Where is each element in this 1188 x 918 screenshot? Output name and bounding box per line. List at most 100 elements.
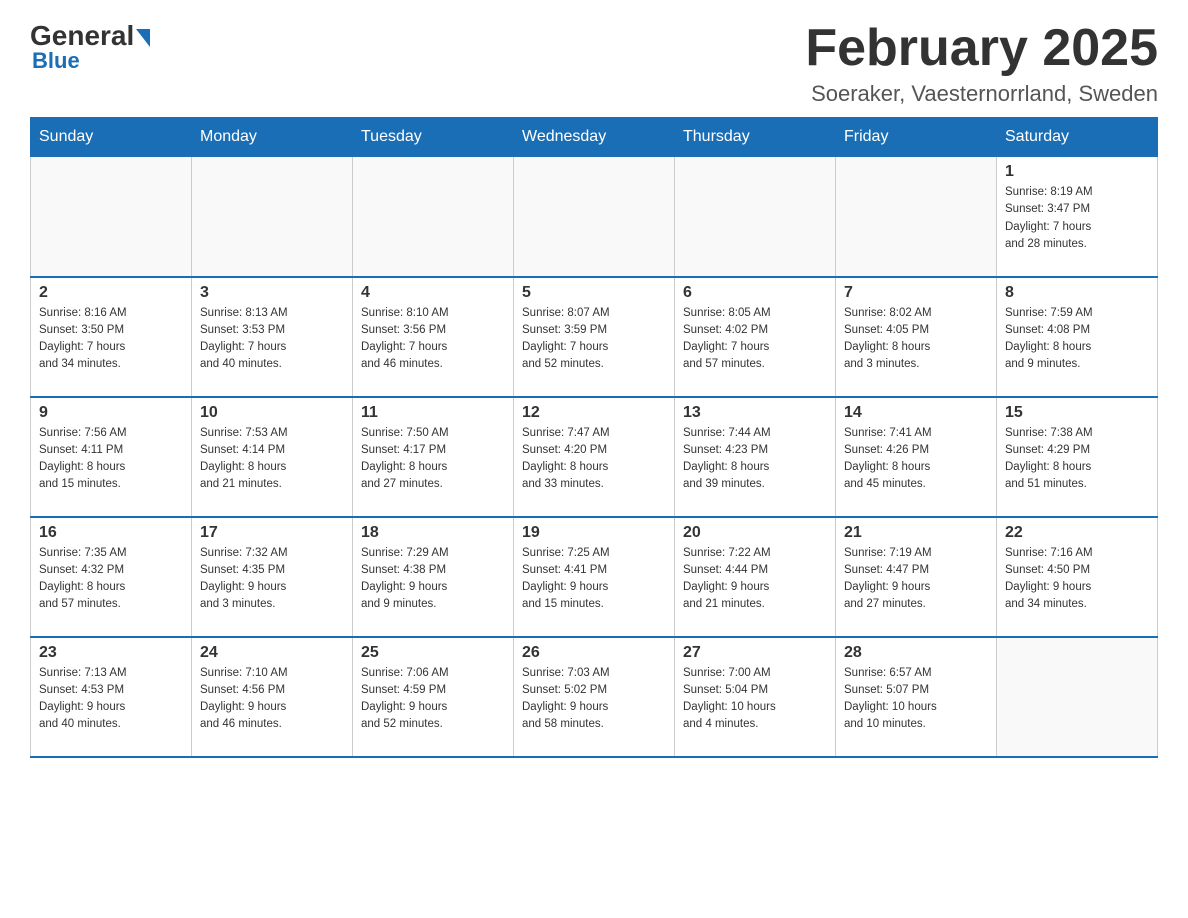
- day-info: Sunrise: 7:16 AMSunset: 4:50 PMDaylight:…: [1005, 545, 1149, 614]
- day-info: Sunrise: 7:13 AMSunset: 4:53 PMDaylight:…: [39, 665, 183, 734]
- day-info: Sunrise: 8:05 AMSunset: 4:02 PMDaylight:…: [683, 305, 827, 374]
- calendar-cell: [353, 157, 514, 277]
- calendar-cell: [675, 157, 836, 277]
- day-info: Sunrise: 7:53 AMSunset: 4:14 PMDaylight:…: [200, 425, 344, 494]
- day-info: Sunrise: 7:22 AMSunset: 4:44 PMDaylight:…: [683, 545, 827, 614]
- day-number: 1: [1005, 163, 1149, 181]
- calendar-cell: 4Sunrise: 8:10 AMSunset: 3:56 PMDaylight…: [353, 277, 514, 397]
- day-number: 23: [39, 644, 183, 662]
- day-info: Sunrise: 7:47 AMSunset: 4:20 PMDaylight:…: [522, 425, 666, 494]
- day-number: 6: [683, 284, 827, 302]
- weekday-header-saturday: Saturday: [997, 118, 1158, 157]
- day-number: 13: [683, 404, 827, 422]
- day-info: Sunrise: 7:06 AMSunset: 4:59 PMDaylight:…: [361, 665, 505, 734]
- calendar-cell: 21 Sunrise: 7:19 AMSunset: 4:47 PMDayligh…: [836, 517, 997, 637]
- day-info: Sunrise: 8:07 AMSunset: 3:59 PMDaylight:…: [522, 305, 666, 374]
- day-info: Sunrise: 7:50 AMSunset: 4:17 PMDaylight:…: [361, 425, 505, 494]
- day-info: Sunrise: 7:00 AMSunset: 5:04 PMDaylight:…: [683, 665, 827, 734]
- calendar-cell: [192, 157, 353, 277]
- day-info: Sunrise: 7:29 AMSunset: 4:38 PMDaylight:…: [361, 545, 505, 614]
- calendar-cell: 8 Sunrise: 7:59 AMSunset: 4:08 PMDaylight…: [997, 277, 1158, 397]
- day-number: 7: [844, 284, 988, 302]
- day-number: 5: [522, 284, 666, 302]
- calendar-cell: 25 Sunrise: 7:06 AMSunset: 4:59 PMDayligh…: [353, 637, 514, 757]
- day-info: Sunrise: 7:38 AMSunset: 4:29 PMDaylight:…: [1005, 425, 1149, 494]
- day-number: 19: [522, 524, 666, 542]
- calendar-cell: 7 Sunrise: 8:02 AMSunset: 4:05 PMDaylight…: [836, 277, 997, 397]
- day-number: 22: [1005, 524, 1149, 542]
- day-number: 17: [200, 524, 344, 542]
- day-info: Sunrise: 8:19 AMSunset: 3:47 PMDaylight:…: [1005, 184, 1149, 253]
- calendar-cell: 17 Sunrise: 7:32 AMSunset: 4:35 PMDayligh…: [192, 517, 353, 637]
- day-number: 24: [200, 644, 344, 662]
- day-number: 12: [522, 404, 666, 422]
- calendar-cell: 6 Sunrise: 8:05 AMSunset: 4:02 PMDaylight…: [675, 277, 836, 397]
- calendar-cell: 16 Sunrise: 7:35 AMSunset: 4:32 PMDayligh…: [31, 517, 192, 637]
- day-number: 16: [39, 524, 183, 542]
- calendar-week-1: 1 Sunrise: 8:19 AMSunset: 3:47 PMDaylight…: [31, 157, 1158, 277]
- day-info: Sunrise: 7:56 AMSunset: 4:11 PMDaylight:…: [39, 425, 183, 494]
- logo-arrow-icon: [136, 29, 150, 47]
- day-info: Sunrise: 6:57 AMSunset: 5:07 PMDaylight:…: [844, 665, 988, 734]
- day-info: Sunrise: 7:10 AMSunset: 4:56 PMDaylight:…: [200, 665, 344, 734]
- weekday-header-sunday: Sunday: [31, 118, 192, 157]
- weekday-row: SundayMondayTuesdayWednesdayThursdayFrid…: [31, 118, 1158, 157]
- calendar-cell: 27Sunrise: 7:00 AMSunset: 5:04 PMDayligh…: [675, 637, 836, 757]
- day-info: Sunrise: 7:59 AMSunset: 4:08 PMDaylight:…: [1005, 305, 1149, 374]
- calendar-cell: 3 Sunrise: 8:13 AMSunset: 3:53 PMDaylight…: [192, 277, 353, 397]
- calendar-week-3: 9 Sunrise: 7:56 AMSunset: 4:11 PMDaylight…: [31, 397, 1158, 517]
- calendar-body: 1 Sunrise: 8:19 AMSunset: 3:47 PMDaylight…: [31, 157, 1158, 757]
- day-info: Sunrise: 7:44 AMSunset: 4:23 PMDaylight:…: [683, 425, 827, 494]
- day-info: Sunrise: 8:02 AMSunset: 4:05 PMDaylight:…: [844, 305, 988, 374]
- calendar-cell: [514, 157, 675, 277]
- day-number: 3: [200, 284, 344, 302]
- calendar-cell: 14 Sunrise: 7:41 AMSunset: 4:26 PMDayligh…: [836, 397, 997, 517]
- calendar-cell: [31, 157, 192, 277]
- day-number: 21: [844, 524, 988, 542]
- calendar-cell: 20 Sunrise: 7:22 AMSunset: 4:44 PMDayligh…: [675, 517, 836, 637]
- calendar-cell: [836, 157, 997, 277]
- weekday-header-monday: Monday: [192, 118, 353, 157]
- day-number: 28: [844, 644, 988, 662]
- calendar-cell: 11 Sunrise: 7:50 AMSunset: 4:17 PMDayligh…: [353, 397, 514, 517]
- day-number: 14: [844, 404, 988, 422]
- calendar-cell: 24 Sunrise: 7:10 AMSunset: 4:56 PMDayligh…: [192, 637, 353, 757]
- day-info: Sunrise: 7:41 AMSunset: 4:26 PMDaylight:…: [844, 425, 988, 494]
- day-info: Sunrise: 8:13 AMSunset: 3:53 PMDaylight:…: [200, 305, 344, 374]
- day-number: 9: [39, 404, 183, 422]
- day-info: Sunrise: 8:16 AMSunset: 3:50 PMDaylight:…: [39, 305, 183, 374]
- calendar-cell: 22 Sunrise: 7:16 AMSunset: 4:50 PMDayligh…: [997, 517, 1158, 637]
- day-number: 20: [683, 524, 827, 542]
- logo-blue: Blue: [30, 48, 80, 74]
- calendar-cell: 13 Sunrise: 7:44 AMSunset: 4:23 PMDayligh…: [675, 397, 836, 517]
- calendar-cell: 2Sunrise: 8:16 AMSunset: 3:50 PMDaylight…: [31, 277, 192, 397]
- calendar-week-4: 16 Sunrise: 7:35 AMSunset: 4:32 PMDayligh…: [31, 517, 1158, 637]
- day-number: 11: [361, 404, 505, 422]
- day-info: Sunrise: 7:19 AMSunset: 4:47 PMDaylight:…: [844, 545, 988, 614]
- weekday-header-tuesday: Tuesday: [353, 118, 514, 157]
- calendar-cell: 9 Sunrise: 7:56 AMSunset: 4:11 PMDaylight…: [31, 397, 192, 517]
- calendar-week-5: 23 Sunrise: 7:13 AMSunset: 4:53 PMDayligh…: [31, 637, 1158, 757]
- calendar-week-2: 2Sunrise: 8:16 AMSunset: 3:50 PMDaylight…: [31, 277, 1158, 397]
- day-number: 25: [361, 644, 505, 662]
- weekday-header-thursday: Thursday: [675, 118, 836, 157]
- calendar-cell: [997, 637, 1158, 757]
- calendar-cell: 26Sunrise: 7:03 AMSunset: 5:02 PMDayligh…: [514, 637, 675, 757]
- calendar-cell: 18 Sunrise: 7:29 AMSunset: 4:38 PMDayligh…: [353, 517, 514, 637]
- weekday-header-wednesday: Wednesday: [514, 118, 675, 157]
- day-info: Sunrise: 7:32 AMSunset: 4:35 PMDaylight:…: [200, 545, 344, 614]
- calendar-cell: 19Sunrise: 7:25 AMSunset: 4:41 PMDayligh…: [514, 517, 675, 637]
- day-number: 15: [1005, 404, 1149, 422]
- title-section: February 2025 Soeraker, Vaesternorrland,…: [805, 20, 1158, 107]
- day-number: 8: [1005, 284, 1149, 302]
- page-header: General Blue February 2025 Soeraker, Vae…: [30, 20, 1158, 107]
- calendar-header: SundayMondayTuesdayWednesdayThursdayFrid…: [31, 118, 1158, 157]
- day-info: Sunrise: 7:03 AMSunset: 5:02 PMDaylight:…: [522, 665, 666, 734]
- location: Soeraker, Vaesternorrland, Sweden: [805, 81, 1158, 107]
- calendar-cell: 10Sunrise: 7:53 AMSunset: 4:14 PMDayligh…: [192, 397, 353, 517]
- day-number: 4: [361, 284, 505, 302]
- day-info: Sunrise: 7:35 AMSunset: 4:32 PMDaylight:…: [39, 545, 183, 614]
- day-number: 18: [361, 524, 505, 542]
- calendar-cell: 5 Sunrise: 8:07 AMSunset: 3:59 PMDaylight…: [514, 277, 675, 397]
- weekday-header-friday: Friday: [836, 118, 997, 157]
